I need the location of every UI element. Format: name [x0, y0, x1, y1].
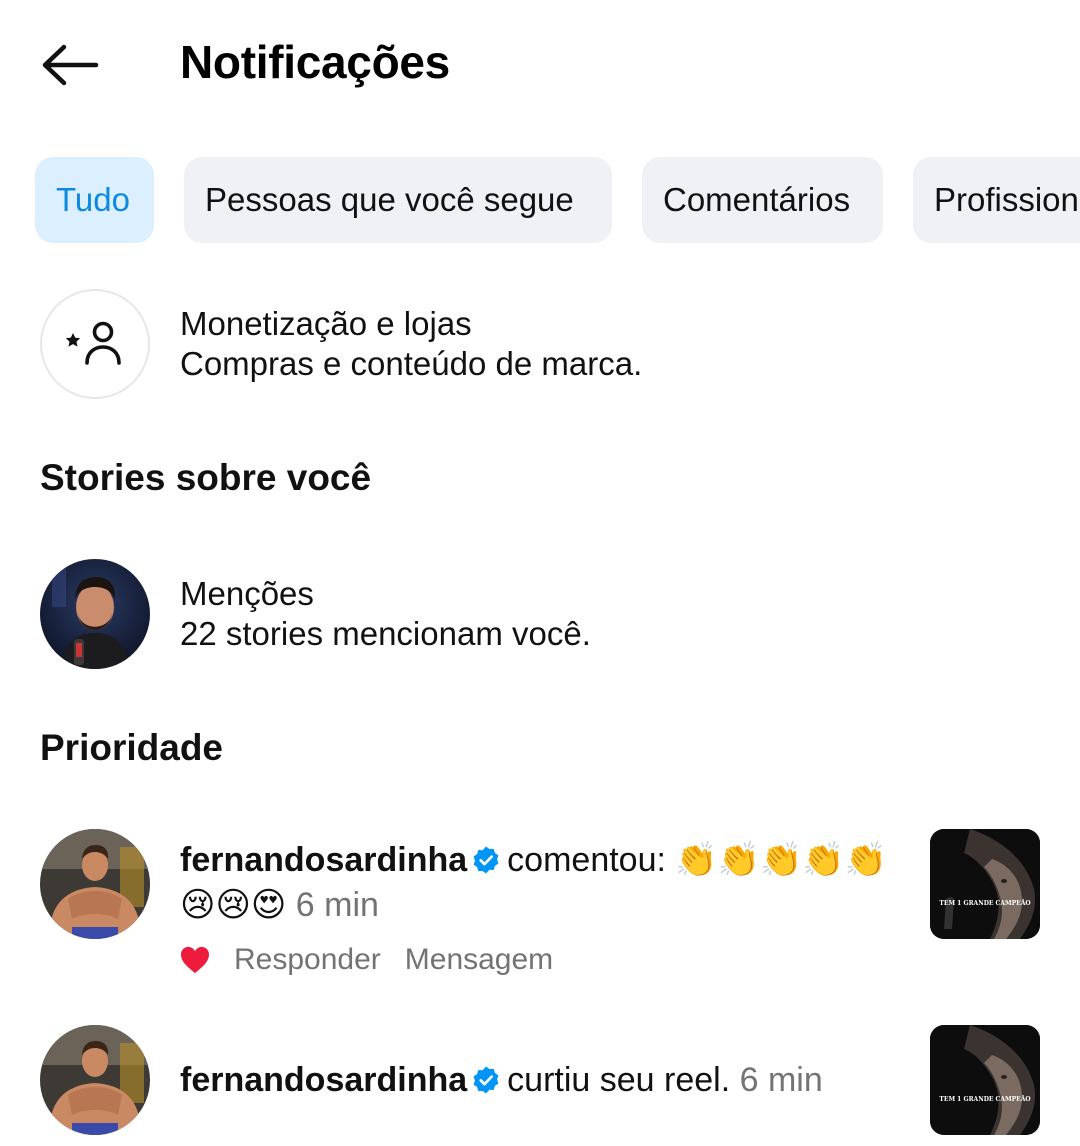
reel-thumbnail-caption: TEM 1 GRANDE CAMPEÃO	[939, 900, 1030, 907]
user-avatar[interactable]	[40, 829, 150, 939]
reply-button[interactable]: Responder	[234, 943, 381, 977]
stories-section-title: Stories sobre você	[40, 457, 372, 498]
notification-time: 6 min	[739, 1061, 823, 1099]
username[interactable]: fernandosardinha	[180, 841, 467, 879]
username[interactable]: fernandosardinha	[180, 1061, 467, 1099]
tab-people-you-follow[interactable]: Pessoas que você segue	[184, 157, 612, 243]
verified-badge-icon	[473, 846, 499, 874]
tab-all[interactable]: Tudo	[35, 157, 154, 243]
message-button[interactable]: Mensagem	[405, 943, 553, 977]
notification-actions: Responder Mensagem	[180, 938, 577, 982]
like-button[interactable]	[180, 946, 210, 974]
mentions-avatar	[40, 559, 150, 669]
verified-badge-icon	[473, 1066, 499, 1094]
heart-icon	[181, 946, 209, 974]
notification-time: 6 min	[295, 886, 379, 924]
user-avatar[interactable]	[40, 1025, 150, 1135]
priority-section-title: Prioridade	[40, 727, 223, 768]
reel-thumbnail[interactable]: TEM 1 GRANDE CAMPEÃO	[930, 829, 1040, 939]
notification-action: comentou:	[507, 841, 666, 879]
reel-thumbnail[interactable]: TEM 1 GRANDE CAMPEÃO	[930, 1025, 1040, 1135]
comment-emojis-line1: 👏👏👏👏👏	[675, 841, 888, 879]
person-star-icon	[65, 321, 121, 365]
monetization-title: Monetização e lojas	[180, 305, 472, 342]
notification-text-line2: 😢😢😍 6 min	[180, 883, 379, 927]
comment-emojis-line2: 😢😢😍	[180, 886, 287, 924]
arrow-left-icon	[42, 44, 99, 86]
monetization-subtitle: Compras e conteúdo de marca.	[180, 345, 643, 382]
notification-action: curtiu seu reel.	[507, 1061, 731, 1099]
filter-tabs: Tudo Pessoas que você segue Comentários …	[35, 157, 1080, 243]
page-title: Notificações	[180, 36, 450, 88]
back-button[interactable]	[38, 38, 102, 92]
tab-professional[interactable]: Profissional	[913, 157, 1080, 243]
mentions-title: Menções	[180, 575, 314, 612]
mentions-subtitle: 22 stories mencionam você.	[180, 615, 591, 652]
notification-text-line: fernandosardinha comentou: 👏👏👏👏👏	[180, 838, 887, 882]
notification-text-line: fernandosardinha curtiu seu reel. 6 min	[180, 1058, 823, 1102]
monetization-icon-circle	[40, 289, 150, 399]
reel-thumbnail-caption: TEM 1 GRANDE CAMPEÃO	[939, 1096, 1030, 1103]
tab-comments[interactable]: Comentários	[642, 157, 883, 243]
header: Notificações	[0, 0, 1080, 125]
